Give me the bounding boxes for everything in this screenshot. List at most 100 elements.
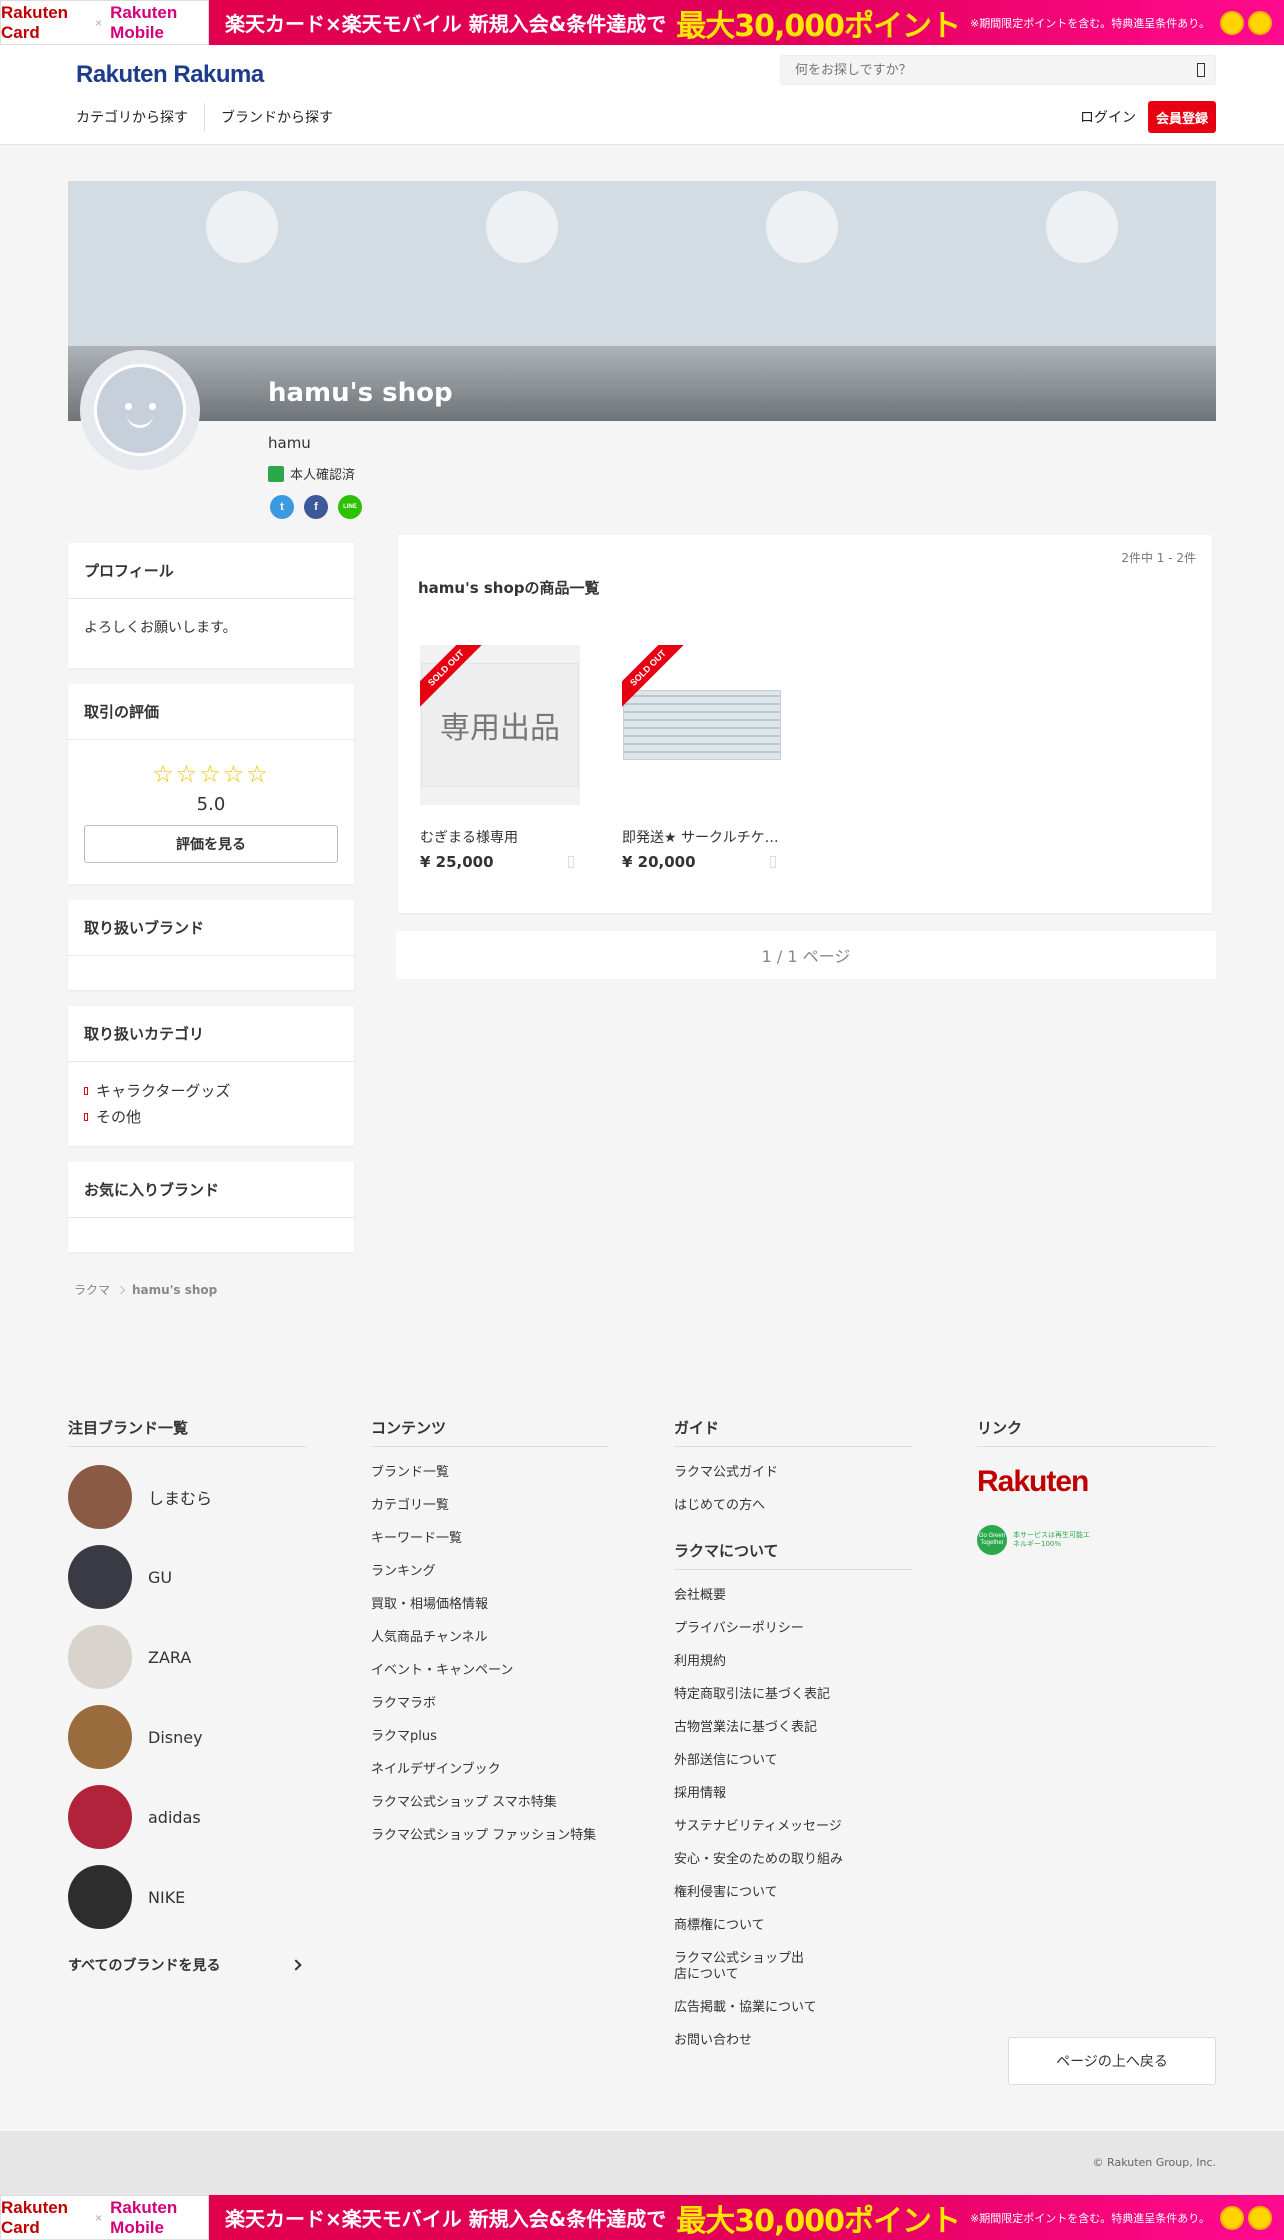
- all-brands-link[interactable]: すべてのブランドを見る: [68, 1955, 306, 1975]
- rakuten-logo[interactable]: Rakuten: [977, 1465, 1215, 1499]
- promo-banner-top[interactable]: Rakuten Card × Rakuten Mobile 楽天カード×楽天モバ…: [0, 0, 1284, 45]
- username: hamu: [268, 434, 311, 452]
- footer-link[interactable]: 利用規約: [674, 1654, 912, 1670]
- brand-link[interactable]: しまむら: [68, 1465, 306, 1529]
- footer-link[interactable]: ブランド一覧: [371, 1465, 609, 1481]
- item-name[interactable]: 即発送★ サークルチケット: [622, 827, 782, 847]
- footer-contents-title: コンテンツ: [371, 1417, 609, 1447]
- promo-banner-bottom[interactable]: Rakuten Card × Rakuten Mobile 楽天カード×楽天モバ…: [0, 2195, 1284, 2240]
- footer-link[interactable]: ラクマ公式ショップ ファッション特集: [371, 1828, 611, 1844]
- like-icon[interactable]: [770, 856, 776, 868]
- footer-link[interactable]: 古物営業法に基づく表記: [674, 1720, 912, 1736]
- twitter-icon[interactable]: t: [270, 495, 294, 519]
- footer-link[interactable]: お問い合わせ: [674, 2033, 912, 2049]
- footer-link[interactable]: 安心・安全のための取り組み: [674, 1852, 912, 1868]
- item-card[interactable]: SOLD OUT 即発送★ サークルチケット ¥ 20,000: [622, 645, 784, 871]
- promo-main: 楽天カード×楽天モバイル 新規入会&条件達成で 最大30,000ポイント ※期間…: [209, 0, 1284, 45]
- footer-link[interactable]: ラクマ公式ガイド: [674, 1465, 912, 1481]
- back-to-top-button[interactable]: ページの上へ戻る: [1008, 2037, 1216, 2085]
- footer-link[interactable]: 会社概要: [674, 1588, 912, 1604]
- brand-link[interactable]: NIKE: [68, 1865, 306, 1929]
- footer-link[interactable]: 特定商取引法に基づく表記: [674, 1687, 912, 1703]
- promo-note: ※期間限定ポイントを含む。特典進呈条件あり。: [970, 16, 1210, 30]
- breadcrumb-home[interactable]: ラクマ: [74, 1281, 110, 1298]
- fav-brands-title: お気に入りブランド: [68, 1162, 354, 1218]
- facebook-icon[interactable]: f: [304, 495, 328, 519]
- brand-link[interactable]: adidas: [68, 1785, 306, 1849]
- footer-link[interactable]: 人気商品チャンネル: [371, 1630, 609, 1646]
- promo-brands: Rakuten Card × Rakuten Mobile: [0, 0, 210, 45]
- footer-link[interactable]: 買取・相場価格情報: [371, 1597, 609, 1613]
- view-ratings-button[interactable]: 評価を見る: [84, 825, 338, 863]
- footer-link[interactable]: 権利侵害について: [674, 1885, 912, 1901]
- verified-badge: 本人確認済: [268, 464, 355, 483]
- footer-link[interactable]: 商標権について: [674, 1918, 912, 1934]
- brand-link[interactable]: Disney: [68, 1705, 306, 1769]
- nav-category[interactable]: カテゴリから探す: [76, 107, 204, 127]
- category-item[interactable]: その他: [84, 1104, 338, 1130]
- footer-guide: ガイド ラクマ公式ガイド はじめての方へ ラクマについて 会社概要 プライバシー…: [674, 1417, 912, 2066]
- footer-link[interactable]: カテゴリ一覧: [371, 1498, 609, 1514]
- brand-image: [68, 1625, 132, 1689]
- footer-link[interactable]: ネイルデザインブック: [371, 1762, 609, 1778]
- item-name[interactable]: むぎまる様専用: [420, 827, 580, 847]
- coin-icon: [1248, 10, 1272, 35]
- footer-link[interactable]: キーワード一覧: [371, 1531, 609, 1547]
- item-card[interactable]: 専用出品 SOLD OUT むぎまる様専用 ¥ 25,000: [420, 645, 582, 871]
- line-icon[interactable]: LINE: [338, 495, 362, 519]
- rating-score: 5.0: [196, 794, 226, 815]
- footer-guide-title: ガイド: [674, 1417, 912, 1447]
- footer-link[interactable]: プライバシーポリシー: [674, 1621, 912, 1637]
- item-price-row: ¥ 20,000: [622, 853, 782, 871]
- breadcrumb-current: hamu's shop: [132, 1282, 218, 1297]
- coin-icon: [1248, 2205, 1272, 2230]
- avatar-mouth: [127, 415, 153, 428]
- green-energy-logo[interactable]: Go Green Together 本サービスは再生可能エネルギー100%: [977, 1525, 1215, 1555]
- footer-link[interactable]: ラクマ公式ショップ出店について: [674, 1951, 814, 1983]
- footer-link[interactable]: 採用情報: [674, 1786, 912, 1802]
- category-item[interactable]: キャラクターグッズ: [84, 1078, 338, 1104]
- footer-brands-title: 注目ブランド一覧: [68, 1417, 306, 1447]
- breadcrumb: ラクマ hamu's shop: [74, 1281, 217, 1298]
- signup-button[interactable]: 会員登録: [1148, 101, 1216, 133]
- nav-divider: [204, 103, 205, 131]
- item-thumbnail[interactable]: SOLD OUT: [622, 645, 782, 805]
- footer-link[interactable]: 広告掲載・協業について: [674, 2000, 912, 2016]
- search-input[interactable]: [781, 56, 1171, 84]
- rakuma-logo[interactable]: Rakuten Rakuma: [76, 61, 264, 89]
- categories-list: キャラクターグッズ その他: [68, 1062, 354, 1146]
- footer-link[interactable]: 外部送信について: [674, 1753, 912, 1769]
- brand-name: NIKE: [148, 1887, 186, 1907]
- brand-name: Disney: [148, 1727, 203, 1747]
- search-icon[interactable]: [1197, 63, 1205, 77]
- like-icon[interactable]: [568, 856, 574, 868]
- brand-name: ZARA: [148, 1647, 192, 1667]
- footer-brands: 注目ブランド一覧 しまむら GU ZARA Disney adidas NIKE…: [68, 1417, 306, 1975]
- coin-icons: [1220, 10, 1272, 35]
- cover-shade: [68, 346, 1216, 421]
- footer-link[interactable]: はじめての方へ: [674, 1498, 912, 1514]
- brand-name: しまむら: [148, 1489, 213, 1508]
- rakuten-card-logo: Rakuten Card: [1, 2197, 69, 2237]
- brand-link[interactable]: ZARA: [68, 1625, 306, 1689]
- item-thumbnail[interactable]: 専用出品 SOLD OUT: [420, 645, 580, 805]
- footer-link[interactable]: サステナビリティメッセージ: [674, 1819, 912, 1835]
- promo-cross: ×: [95, 2210, 103, 2225]
- promo-text: 楽天カード×楽天モバイル 新規入会&条件達成で: [225, 2207, 667, 2231]
- footer-link[interactable]: ランキング: [371, 1564, 609, 1580]
- cover-pattern-shape: [766, 191, 838, 263]
- chevron-right-icon: [116, 1285, 126, 1294]
- brand-link[interactable]: GU: [68, 1545, 306, 1609]
- footer-link[interactable]: イベント・キャンペーン: [371, 1663, 609, 1679]
- copyright-bar: © Rakuten Group, Inc.: [0, 2131, 1284, 2195]
- nav-brand[interactable]: ブランドから探す: [221, 107, 349, 127]
- footer-link[interactable]: ラクマラボ: [371, 1696, 609, 1712]
- cover-pattern-shape: [486, 191, 558, 263]
- brand-image: [68, 1545, 132, 1609]
- footer-link[interactable]: ラクマ公式ショップ スマホ特集: [371, 1795, 609, 1811]
- login-link[interactable]: ログイン: [1080, 107, 1136, 127]
- footer-about-title: ラクマについて: [674, 1540, 912, 1570]
- footer-link[interactable]: ラクマplus: [371, 1729, 609, 1745]
- ticket-image: [623, 690, 781, 760]
- cover-pattern-shape: [1046, 191, 1118, 263]
